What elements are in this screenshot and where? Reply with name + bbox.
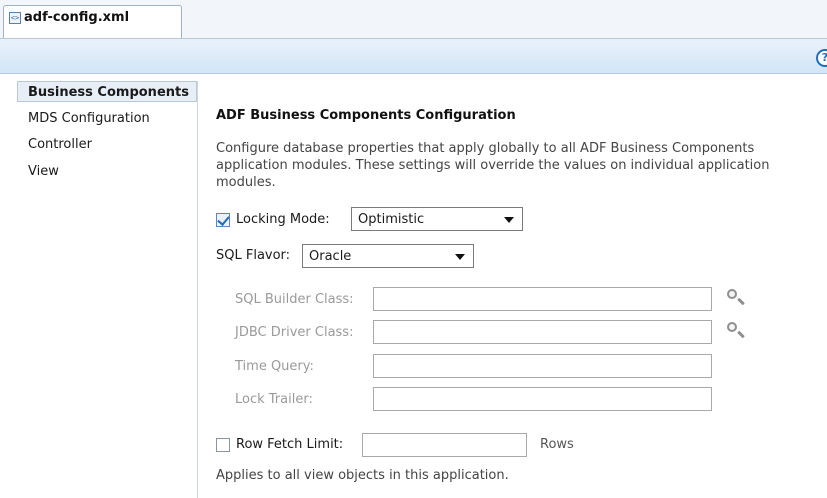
sidebar-item-business-components[interactable]: Business Components (17, 81, 197, 102)
jdbc-driver-class-field[interactable] (373, 320, 712, 344)
row-fetch-limit-label: Row Fetch Limit: (236, 437, 344, 452)
lock-trailer-label: Lock Trailer: (235, 392, 313, 407)
magnifier-icon[interactable] (727, 289, 747, 309)
sql-flavor-select[interactable]: Oracle (302, 244, 474, 268)
locking-mode-checkbox[interactable] (216, 213, 230, 227)
checkmark-icon (217, 213, 230, 226)
page-description: Configure database properties that apply… (216, 141, 770, 190)
sql-flavor-label: SQL Flavor: (216, 248, 291, 263)
row-fetch-limit-note: Applies to all view objects in this appl… (216, 468, 509, 483)
editor-toolbar (0, 39, 827, 74)
sidebar-item-mds-configuration[interactable]: MDS Configuration (17, 108, 197, 129)
sidebar-item-view[interactable]: View (17, 161, 197, 182)
editor-tab-strip: <> adf-config.xml (0, 0, 827, 39)
chevron-down-icon (504, 217, 514, 223)
chevron-down-icon (455, 254, 465, 260)
business-components-panel: ADF Business Components Configuration Co… (198, 81, 827, 498)
locking-mode-select[interactable]: Optimistic (351, 207, 523, 231)
row-fetch-limit-field[interactable] (362, 433, 527, 457)
jdbc-driver-class-label: JDBC Driver Class: (235, 325, 354, 340)
sql-builder-class-field[interactable] (373, 287, 712, 311)
xml-file-icon: <> (9, 12, 21, 24)
sidebar-nav: Business Components MDS Configuration Co… (17, 81, 198, 498)
editor-tab-adf-config[interactable]: <> adf-config.xml (3, 5, 182, 38)
sql-builder-class-label: SQL Builder Class: (235, 292, 354, 307)
page-title: ADF Business Components Configuration (216, 108, 516, 123)
locking-mode-label: Locking Mode: (236, 212, 330, 227)
help-icon[interactable]: ? (816, 49, 827, 67)
editor-tab-label: adf-config.xml (24, 10, 130, 25)
magnifier-icon[interactable] (727, 322, 747, 342)
sidebar-item-controller[interactable]: Controller (17, 134, 197, 155)
time-query-field[interactable] (373, 354, 712, 378)
sql-flavor-value: Oracle (309, 249, 352, 264)
time-query-label: Time Query: (235, 359, 314, 374)
locking-mode-value: Optimistic (358, 212, 425, 227)
row-fetch-limit-checkbox[interactable] (216, 438, 230, 452)
lock-trailer-field[interactable] (373, 387, 712, 411)
rows-unit-label: Rows (540, 437, 574, 452)
